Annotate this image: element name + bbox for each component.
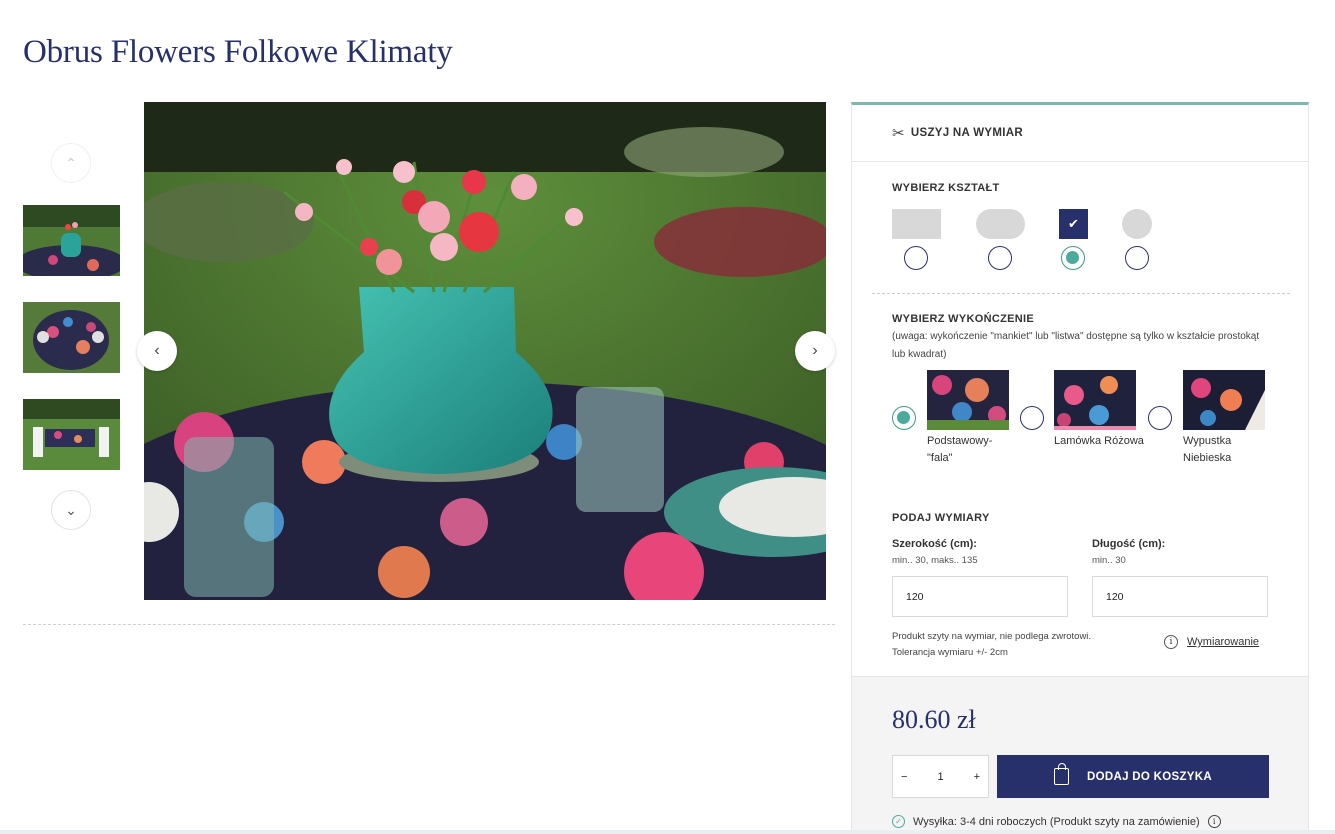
thumbnail-3[interactable] bbox=[23, 399, 120, 470]
width-input[interactable]: 120 bbox=[892, 576, 1068, 617]
product-title: Obrus Flowers Folkowe Klimaty bbox=[23, 34, 453, 70]
shape-radio-square[interactable] bbox=[1061, 246, 1085, 270]
finish-note: (uwaga: wykończenie "mankiet" lub "listw… bbox=[892, 331, 1260, 360]
shape-square-selected[interactable]: ✔ bbox=[1059, 209, 1088, 239]
shape-circle[interactable] bbox=[1122, 209, 1152, 239]
shape-oval[interactable] bbox=[976, 209, 1025, 239]
return-note: Produkt szyty na wymiar, nie podlega zwr… bbox=[892, 631, 1092, 658]
qty-value[interactable]: 1 bbox=[937, 771, 943, 783]
add-to-cart-label: DODAJ DO KOSZYKA bbox=[1087, 770, 1212, 783]
finish-radio-2[interactable] bbox=[1020, 406, 1044, 430]
check-icon: ✔ bbox=[1068, 216, 1079, 231]
main-product-image bbox=[144, 102, 826, 600]
scissors-icon: ✂ bbox=[892, 125, 905, 142]
add-to-cart-button[interactable]: DODAJ DO KOSZYKA bbox=[997, 755, 1269, 798]
info-icon: i bbox=[1164, 635, 1178, 649]
finish-image-2[interactable] bbox=[1054, 370, 1136, 430]
gallery-divider bbox=[23, 624, 835, 625]
shopping-bag-icon bbox=[1054, 763, 1070, 785]
qty-decrease-button[interactable]: − bbox=[901, 771, 907, 783]
finish-label-3: Wypustka Niebieska bbox=[1183, 435, 1232, 464]
thumbnails-up-button[interactable]: ⌃ bbox=[51, 143, 91, 183]
chevron-right-icon: › bbox=[812, 342, 818, 359]
chevron-up-icon: ⌃ bbox=[65, 154, 77, 171]
chevron-left-icon: ‹ bbox=[154, 342, 160, 359]
measurement-link[interactable]: i Wymiarowanie bbox=[1164, 635, 1259, 649]
finish-label-2: Lamówka Różowa bbox=[1054, 435, 1144, 447]
price: 80.60 zł bbox=[892, 705, 976, 734]
dimensions-section-label: PODAJ WYMIARY bbox=[892, 512, 990, 524]
shipping-info: ✓ Wysyłka: 3-4 dni roboczych (Produkt sz… bbox=[892, 815, 1221, 828]
shipping-text: Wysyłka: 3-4 dni roboczych (Produkt szyt… bbox=[913, 815, 1200, 828]
measurement-link-label: Wymiarowanie bbox=[1187, 636, 1260, 648]
length-hint: min.. 30 bbox=[1092, 555, 1126, 566]
thumbnail-1[interactable] bbox=[23, 205, 120, 276]
finish-radio-1[interactable] bbox=[892, 406, 916, 430]
purchase-area: 80.60 zł − 1 + DODAJ DO KOSZYKA ✓ Wysyłk… bbox=[852, 676, 1308, 834]
quantity-stepper: − 1 + bbox=[892, 755, 989, 798]
image-prev-button[interactable]: ‹ bbox=[137, 331, 177, 371]
check-circle-icon: ✓ bbox=[892, 815, 905, 828]
width-label: Szerokość (cm): bbox=[892, 538, 977, 550]
finish-radio-3[interactable] bbox=[1148, 406, 1172, 430]
shipping-info-icon[interactable]: i bbox=[1207, 815, 1221, 828]
length-label: Długość (cm): bbox=[1092, 538, 1166, 550]
section-divider bbox=[872, 293, 1290, 294]
shape-radio-rectangle[interactable] bbox=[904, 246, 928, 270]
shape-radio-circle[interactable] bbox=[1125, 246, 1149, 270]
finish-image-1[interactable] bbox=[927, 370, 1009, 430]
finish-section-label: WYBIERZ WYKOŃCZENIE bbox=[892, 313, 1034, 325]
thumbnails-down-button[interactable]: ⌄ bbox=[51, 490, 91, 530]
finish-image-3[interactable] bbox=[1183, 370, 1265, 430]
qty-increase-button[interactable]: + bbox=[974, 771, 980, 783]
shape-section-label: WYBIERZ KSZTAŁT bbox=[892, 182, 1000, 194]
custom-size-header: ✂ USZYJ NA WYMIAR bbox=[852, 105, 1308, 162]
finish-label-1: Podstawowy- "fala" bbox=[927, 435, 993, 464]
shape-radio-oval[interactable] bbox=[988, 246, 1012, 270]
length-input[interactable]: 120 bbox=[1092, 576, 1268, 617]
image-next-button[interactable]: › bbox=[795, 331, 835, 371]
shape-rectangle[interactable] bbox=[892, 209, 941, 239]
custom-size-label: USZYJ NA WYMIAR bbox=[910, 127, 1023, 139]
thumbnail-2[interactable] bbox=[23, 302, 120, 373]
configurator-panel: ✂ USZYJ NA WYMIAR WYBIERZ KSZTAŁT ✔ WYBI… bbox=[851, 102, 1309, 834]
width-hint: min.. 30, maks.. 135 bbox=[892, 555, 978, 566]
chevron-down-icon: ⌄ bbox=[65, 501, 77, 518]
bottom-edge bbox=[0, 830, 1335, 834]
